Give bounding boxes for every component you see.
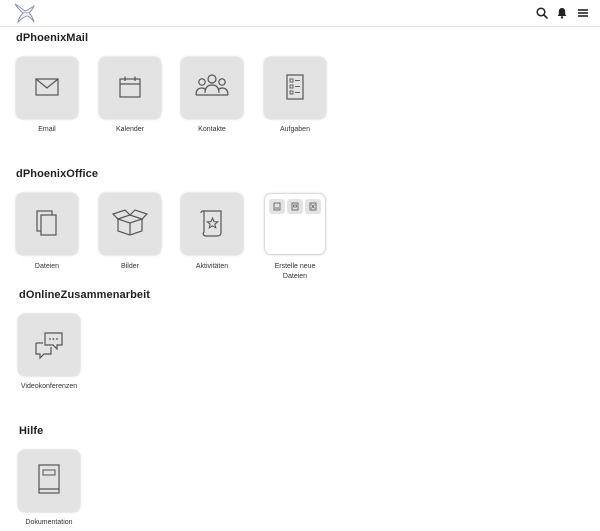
calendar-icon — [119, 76, 141, 98]
new-presentation-file-button[interactable] — [287, 199, 303, 214]
app-tile-videokonferenzen[interactable] — [18, 314, 80, 376]
app-label-kontakte: Kontakte — [198, 126, 226, 133]
app-label-kalender: Kalender — [115, 126, 145, 133]
files-icon — [36, 210, 57, 236]
book-icon — [38, 464, 60, 494]
top-bar — [0, 0, 600, 27]
hamburger-menu-icon[interactable] — [576, 6, 590, 20]
envelope-icon — [35, 78, 59, 96]
app-label-aufgaben: Aufgaben — [280, 126, 310, 133]
app-tile-kalender[interactable] — [99, 57, 161, 119]
app-label-dokumentation: Dokumentation — [25, 519, 73, 526]
task-checklist-icon — [286, 74, 304, 100]
app-label-new-files-line2: Dateien — [282, 273, 308, 280]
section-title-donlinezusammenarbeit: dOnlineZusammenarbeit — [19, 289, 151, 301]
section-title-dphoenixoffice: dPhoenixOffice — [16, 168, 99, 180]
app-label-videokonferenzen: Videokonferenzen — [20, 383, 78, 390]
app-label-new-files: Erstelle neue Dateien — [250, 262, 340, 282]
new-image-file-button[interactable] — [269, 199, 285, 214]
app-tile-email[interactable] — [16, 57, 78, 119]
contacts-group-icon — [195, 74, 229, 96]
phoenix-bird-icon[interactable] — [12, 2, 36, 24]
app-tile-new-file-panel — [264, 193, 326, 255]
app-tile-aktivitaeten[interactable] — [181, 193, 243, 255]
section-title-dphoenixmail: dPhoenixMail — [16, 32, 89, 44]
spreadsheet-file-icon — [309, 202, 317, 211]
app-tile-aufgaben[interactable] — [264, 57, 326, 119]
open-box-icon — [111, 209, 149, 236]
new-spreadsheet-file-button[interactable] — [305, 199, 321, 214]
chat-bubbles-icon — [35, 332, 63, 360]
section-title-hilfe: Hilfe — [19, 425, 44, 437]
presentation-file-icon — [291, 202, 299, 211]
app-tile-kontakte[interactable] — [181, 57, 243, 119]
app-label-bilder: Bilder — [121, 263, 139, 270]
app-label-aktivitaeten: Aktivitäten — [195, 263, 229, 270]
star-scroll-icon — [200, 210, 222, 237]
image-file-icon — [273, 202, 281, 211]
bell-icon[interactable] — [555, 6, 569, 20]
app-tile-dokumentation[interactable] — [18, 450, 80, 512]
app-label-new-files-line1: Erstelle neue — [274, 263, 316, 270]
app-tile-bilder[interactable] — [99, 193, 161, 255]
app-label-email: Email — [38, 126, 56, 133]
app-tile-dateien[interactable] — [16, 193, 78, 255]
search-icon[interactable] — [535, 6, 549, 20]
app-label-dateien: Dateien — [34, 263, 60, 270]
